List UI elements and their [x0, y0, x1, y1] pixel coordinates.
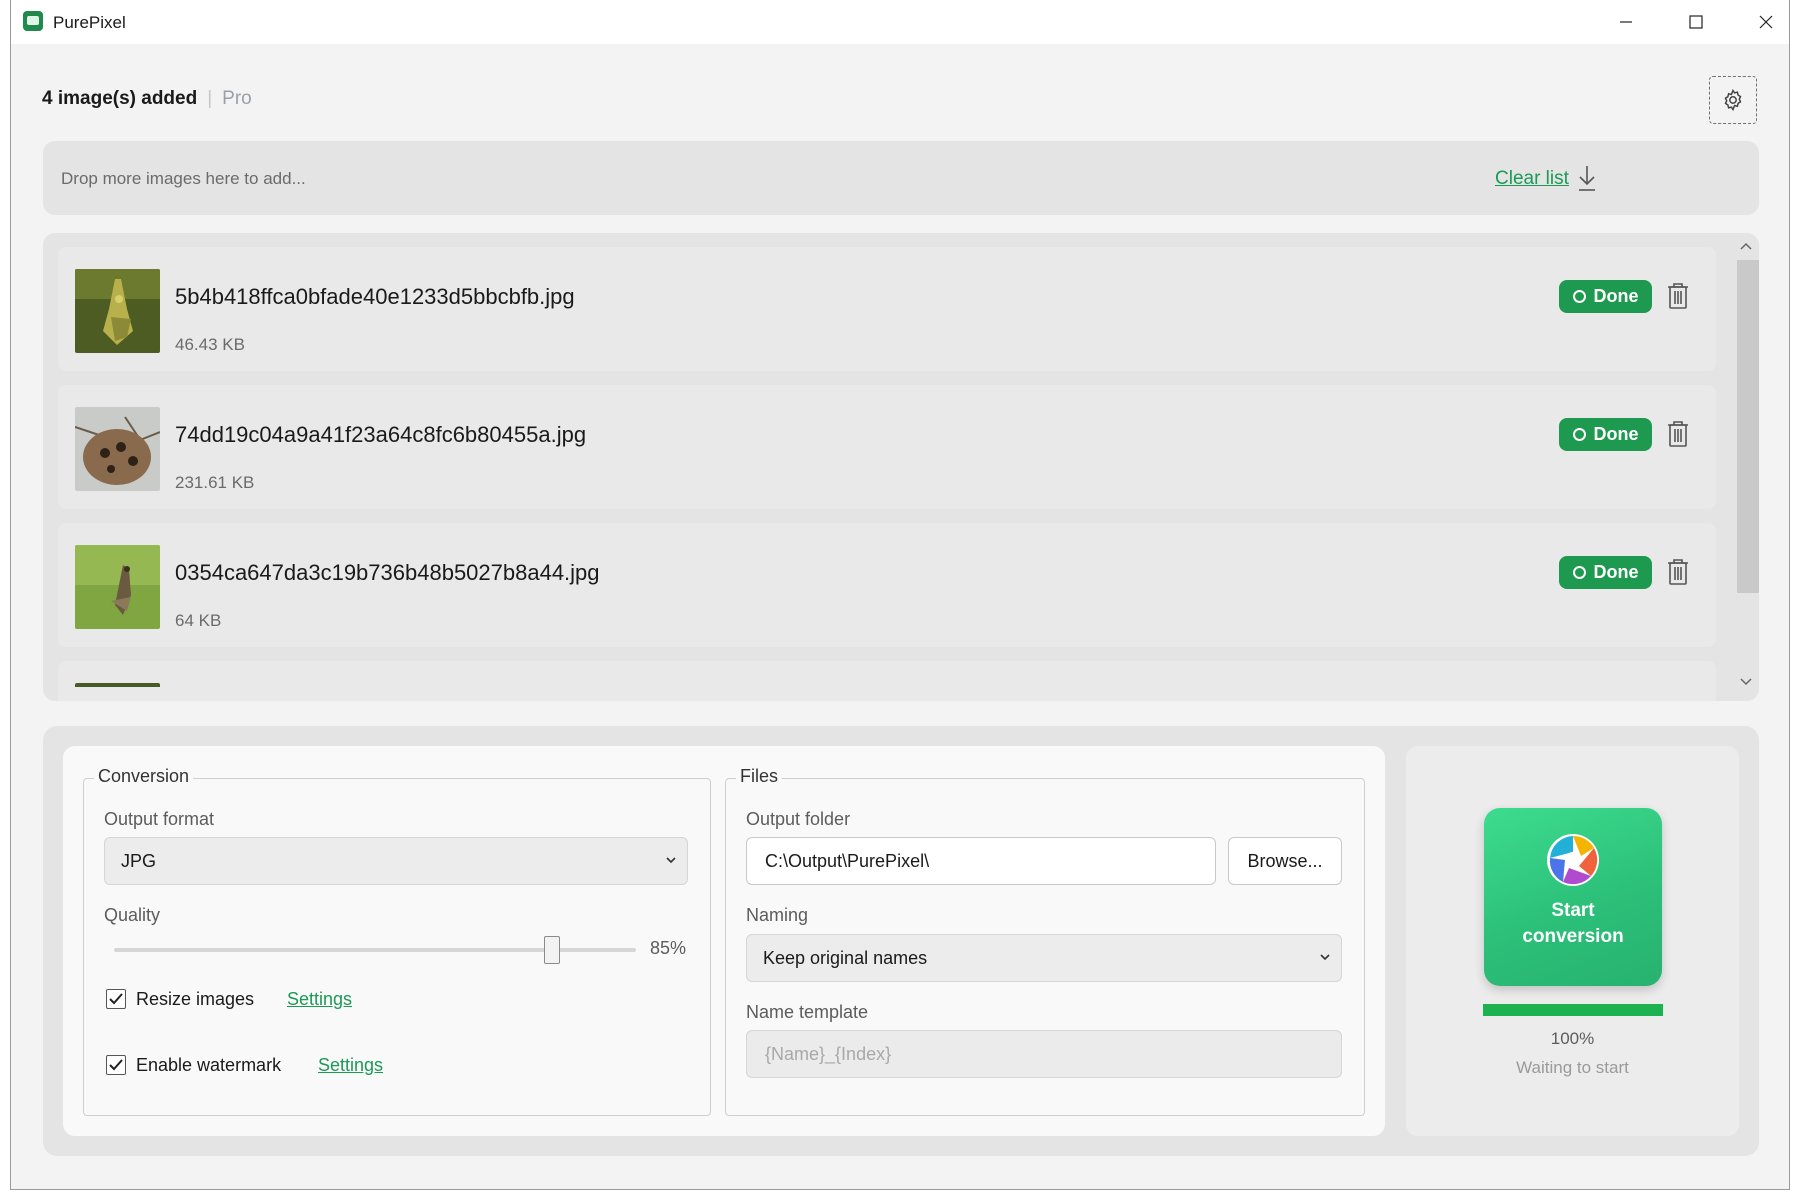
naming-label: Naming — [746, 905, 809, 925]
download-icon[interactable] — [1575, 163, 1599, 193]
conversion-group: Conversion Output format JPG Quality 85%… — [83, 766, 711, 1116]
progress-bar — [1483, 1004, 1663, 1016]
quality-slider[interactable] — [114, 936, 636, 964]
app-window: PurePixel 4 image(s) added | Pro Drop more… — [10, 0, 1790, 1190]
file-thumbnail — [75, 545, 160, 629]
browse-button[interactable]: Browse... — [1228, 837, 1342, 885]
scrollbar[interactable] — [1733, 233, 1759, 701]
progress-percent: 100% — [1550, 1029, 1595, 1048]
file-list[interactable]: 5b4b418ffca0bfade40e1233d5bbcbfb.jpg 46.… — [43, 233, 1759, 701]
resize-settings-link[interactable]: Settings — [287, 989, 352, 1010]
watermark-checkbox[interactable] — [106, 1055, 126, 1075]
status-icon — [1572, 290, 1586, 303]
file-size: 64 KB — [175, 611, 222, 630]
trash-icon[interactable] — [1665, 557, 1691, 587]
resize-checkbox[interactable] — [106, 989, 126, 1009]
checkmark-icon — [109, 993, 123, 1005]
output-folder-input[interactable]: C:\Output\PurePixel\ — [746, 837, 1216, 885]
name-template-label: Name template — [746, 1002, 869, 1022]
drop-hint: Drop more images here to add... — [61, 169, 306, 188]
image-count-header: 4 image(s) added | Pro — [42, 88, 252, 110]
resize-label[interactable]: Resize images — [136, 989, 254, 1010]
chevron-down-icon[interactable] — [1739, 677, 1753, 687]
file-thumbnail — [75, 269, 160, 353]
file-row[interactable] — [58, 661, 1716, 701]
watermark-settings-link[interactable]: Settings — [318, 1055, 383, 1076]
chevron-down-icon — [1320, 954, 1330, 961]
image-count: 4 image(s) added — [42, 88, 198, 109]
status-label: Done — [1593, 286, 1639, 306]
file-size: 231.61 KB — [175, 473, 255, 492]
file-thumbnail — [75, 683, 160, 701]
drop-zone[interactable]: Drop more images here to add... Clear li… — [43, 141, 1759, 215]
naming-select[interactable]: Keep original names — [746, 934, 1342, 982]
output-format-label: Output format — [104, 809, 215, 829]
trash-icon[interactable] — [1665, 419, 1691, 449]
title-bar: PurePixel — [11, 0, 1789, 44]
gear-icon — [1724, 88, 1742, 112]
maximize-button[interactable] — [1661, 0, 1731, 44]
quality-value: 85% — [650, 938, 687, 958]
checkmark-icon — [109, 1059, 123, 1071]
action-card: Start conversion 100% Waiting to start — [1406, 746, 1739, 1136]
quality-label: Quality — [104, 905, 161, 925]
status-badge: Done — [1559, 556, 1652, 589]
files-legend: Files — [736, 766, 783, 787]
progress-status: Waiting to start — [1516, 1058, 1629, 1077]
scrollbar-thumb[interactable] — [1737, 260, 1759, 593]
close-icon — [1759, 15, 1773, 29]
file-thumbnail — [75, 407, 160, 491]
progress-bar-fill — [1483, 1004, 1663, 1016]
name-template-input: {Name}_{Index} — [746, 1030, 1342, 1078]
file-row[interactable]: 0354ca647da3c19b736b48b5027b8a44.jpg 64 … — [58, 523, 1716, 647]
files-group: Files Output folder C:\Output\PurePixel\… — [725, 766, 1365, 1116]
chevron-up-icon[interactable] — [1739, 241, 1753, 251]
file-name: 5b4b418ffca0bfade40e1233d5bbcbfb.jpg — [175, 284, 575, 309]
header-separator: | — [207, 88, 213, 109]
status-badge: Done — [1559, 418, 1652, 451]
minimize-button[interactable] — [1591, 0, 1661, 44]
file-row[interactable]: 74dd19c04a9a41f23a64c8fc6b80455a.jpg 231… — [58, 385, 1716, 509]
file-size: 46.43 KB — [175, 335, 245, 354]
file-row[interactable]: 5b4b418ffca0bfade40e1233d5bbcbfb.jpg 46.… — [58, 247, 1716, 371]
app-icon — [23, 11, 43, 31]
app-title: PurePixel — [53, 13, 126, 32]
settings-card: Conversion Output format JPG Quality 85%… — [63, 746, 1385, 1136]
start-conversion-button[interactable]: Start conversion — [1484, 808, 1662, 986]
status-label: Done — [1593, 562, 1639, 582]
status-icon — [1572, 566, 1586, 579]
output-format-value: JPG — [121, 850, 157, 871]
aperture-icon — [1547, 834, 1599, 886]
file-name: 0354ca647da3c19b736b48b5027b8a44.jpg — [175, 560, 600, 585]
clear-list-link[interactable]: Clear list — [1495, 168, 1569, 190]
bottom-panel: Conversion Output format JPG Quality 85%… — [43, 726, 1759, 1156]
settings-button[interactable] — [1709, 76, 1757, 124]
status-badge: Done — [1559, 280, 1652, 313]
conversion-legend: Conversion — [94, 766, 194, 787]
status-icon — [1572, 428, 1586, 441]
close-button[interactable] — [1731, 0, 1800, 44]
start-conversion-label: Start conversion — [1522, 900, 1624, 947]
output-format-select[interactable]: JPG — [104, 837, 688, 885]
minimize-icon — [1620, 21, 1632, 23]
quality-slider-thumb[interactable] — [544, 936, 561, 964]
status-label: Done — [1593, 424, 1639, 444]
watermark-label[interactable]: Enable watermark — [136, 1055, 281, 1076]
trash-icon[interactable] — [1665, 281, 1691, 311]
file-name: 74dd19c04a9a41f23a64c8fc6b80455a.jpg — [175, 422, 587, 447]
chevron-down-icon — [666, 857, 676, 864]
edition-label: Pro — [222, 88, 252, 109]
naming-value: Keep original names — [763, 947, 928, 968]
maximize-icon — [1689, 15, 1703, 29]
output-folder-label: Output folder — [746, 809, 851, 829]
